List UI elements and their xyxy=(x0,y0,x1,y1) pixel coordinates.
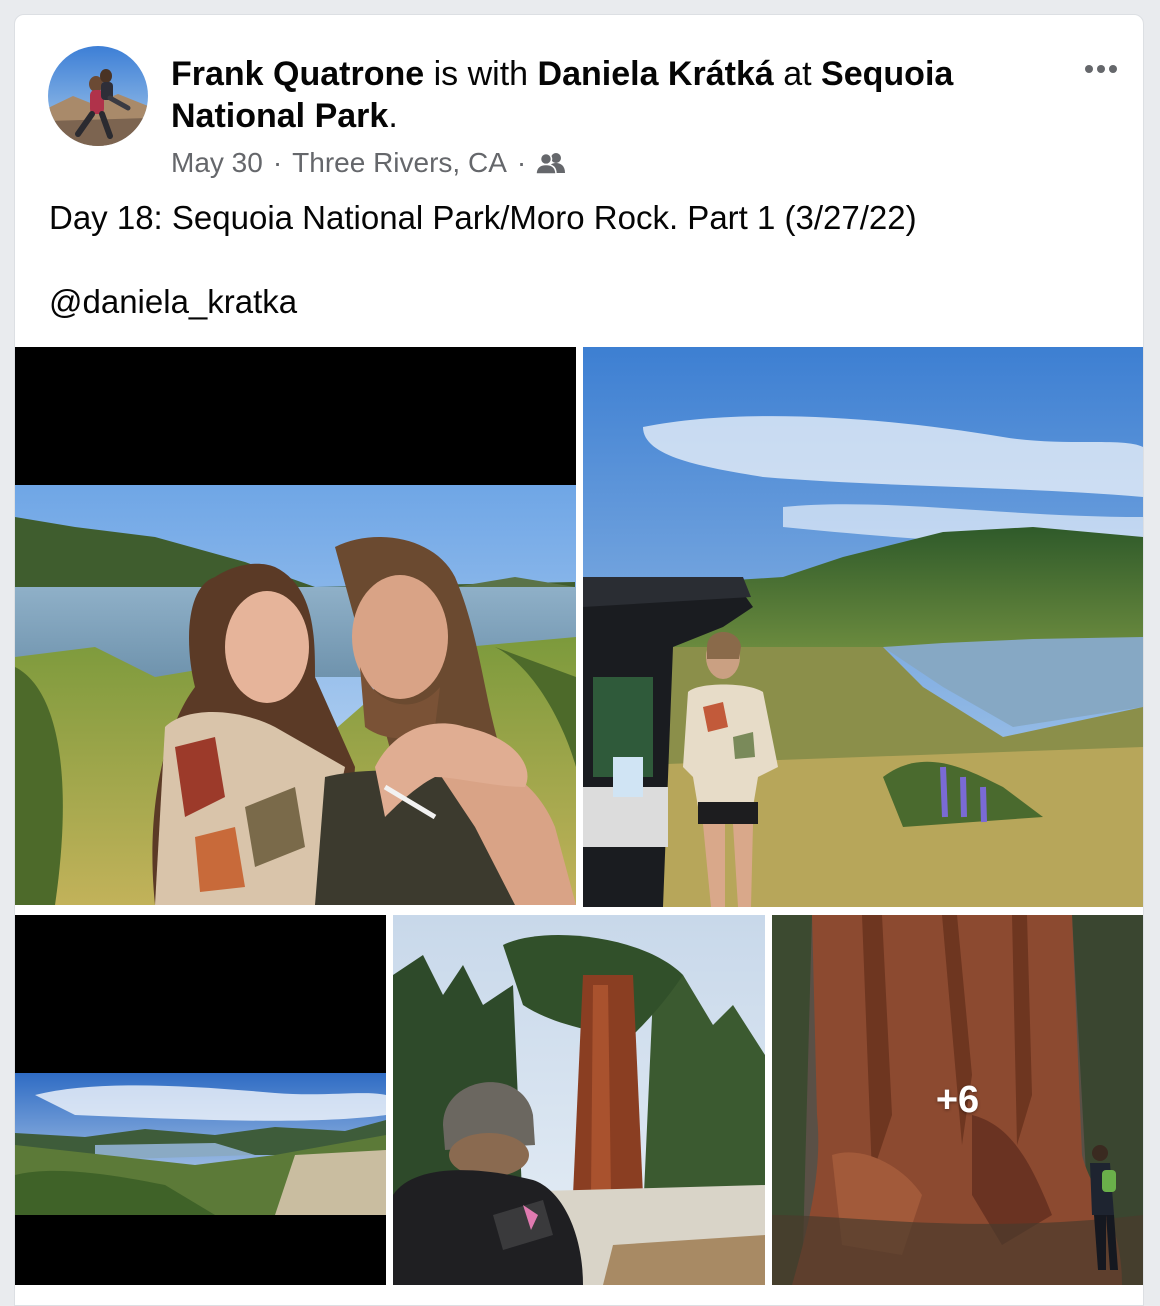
at-text: at xyxy=(783,55,812,93)
post-header: Frank Quatrone is with Daniela Krátká at… xyxy=(171,53,1071,137)
tagged-friend-link[interactable]: Daniela Krátká xyxy=(538,55,774,93)
photo-2[interactable] xyxy=(583,347,1143,907)
post-date-link[interactable]: May 30 xyxy=(171,145,263,181)
photo-5-more[interactable]: +6 xyxy=(772,915,1143,1285)
author-name-link[interactable]: Frank Quatrone xyxy=(171,55,424,93)
more-photos-count: +6 xyxy=(935,1078,980,1121)
period-text: . xyxy=(388,97,398,135)
place-name-part2: National Park xyxy=(171,97,389,135)
photo-1[interactable] xyxy=(15,347,576,905)
photo-4[interactable] xyxy=(393,915,765,1285)
post-meta: May 30 · Three Rivers, CA · xyxy=(171,145,566,181)
friends-icon xyxy=(536,152,566,175)
post-card: Frank Quatrone is with Daniela Krátká at… xyxy=(14,14,1144,1306)
location-link[interactable]: Three Rivers, CA xyxy=(292,145,507,181)
place-name-part1: Sequoia xyxy=(821,55,954,93)
mention-link[interactable]: @daniela_kratka xyxy=(49,281,297,323)
separator-dot: · xyxy=(516,147,527,178)
separator-dot: · xyxy=(272,147,283,178)
post-caption: Day 18: Sequoia National Park/Moro Rock.… xyxy=(49,199,917,236)
more-options-button[interactable] xyxy=(1083,51,1119,87)
photo-3[interactable] xyxy=(15,915,386,1285)
more-options-icon xyxy=(1085,65,1117,73)
author-avatar[interactable] xyxy=(48,46,148,146)
audience-button[interactable] xyxy=(536,151,566,175)
is-with-text: is with xyxy=(433,55,529,93)
